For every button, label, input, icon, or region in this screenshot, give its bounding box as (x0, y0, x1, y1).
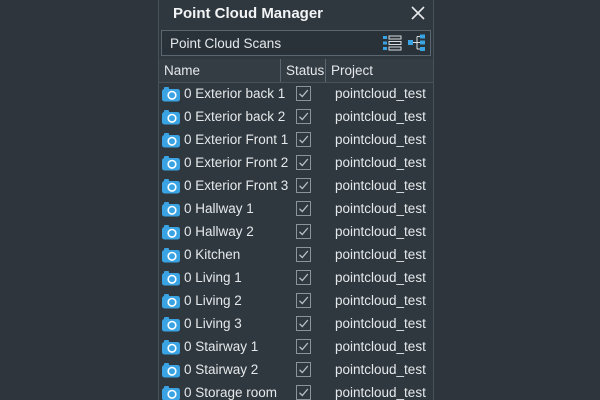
status-checkbox[interactable] (296, 270, 311, 285)
point-cloud-manager-panel: Point Cloud Manager Point Cloud Scans Na… (158, 0, 434, 400)
camera-icon (161, 361, 181, 379)
table-row[interactable]: 0 Exterior Front 1 pointcloud_test (159, 128, 433, 151)
panel-title: Point Cloud Manager (173, 5, 323, 22)
scan-project: pointcloud_test (335, 247, 426, 262)
table-row[interactable]: 0 Exterior back 1 pointcloud_test (159, 82, 433, 105)
camera-icon (161, 223, 181, 241)
table-row[interactable]: 0 Exterior back 2 pointcloud_test (159, 105, 433, 128)
camera-icon (161, 131, 181, 149)
scan-name: 0 Hallway 2 (184, 224, 254, 239)
scan-project: pointcloud_test (335, 270, 426, 285)
cell-name: 0 Hallway 1 (161, 197, 281, 220)
cell-name: 0 Exterior back 1 (161, 82, 285, 105)
table-row[interactable]: 0 Hallway 2 pointcloud_test (159, 220, 433, 243)
status-checkbox[interactable] (296, 362, 311, 377)
table-row[interactable]: 0 Living 3 pointcloud_test (159, 312, 433, 335)
camera-icon (161, 154, 181, 172)
table-row[interactable]: 0 Storage room pointcloud_test (159, 381, 433, 400)
camera-icon (161, 200, 181, 218)
table-row[interactable]: 0 Living 2 pointcloud_test (159, 289, 433, 312)
table-row[interactable]: 0 Living 1 pointcloud_test (159, 266, 433, 289)
camera-icon (161, 384, 181, 400)
scan-name: 0 Exterior Front 2 (184, 155, 289, 170)
status-checkbox[interactable] (296, 385, 311, 400)
scan-name: 0 Stairway 1 (184, 339, 259, 354)
camera-icon (161, 292, 181, 310)
scan-name: 0 Exterior back 1 (184, 86, 286, 101)
camera-icon (161, 269, 181, 287)
scan-project: pointcloud_test (335, 109, 426, 124)
scans-toolbar: Point Cloud Scans (161, 30, 431, 56)
scan-name: 0 Living 3 (184, 316, 242, 331)
cell-name: 0 Exterior Front 3 (161, 174, 288, 197)
cell-name: 0 Hallway 2 (161, 220, 281, 243)
cell-name: 0 Living 2 (161, 289, 281, 312)
scan-project: pointcloud_test (335, 362, 426, 377)
status-checkbox[interactable] (296, 247, 311, 262)
camera-icon (161, 85, 181, 103)
scan-project: pointcloud_test (335, 178, 426, 193)
toolbar-label: Point Cloud Scans (170, 36, 282, 51)
scan-project: pointcloud_test (335, 201, 426, 216)
scan-project: pointcloud_test (335, 86, 426, 101)
scan-project: pointcloud_test (335, 316, 426, 331)
scan-name: 0 Exterior Front 1 (184, 132, 289, 147)
cell-name: 0 Kitchen (161, 243, 281, 266)
scan-project: pointcloud_test (335, 132, 426, 147)
column-header-project[interactable]: Project (326, 59, 433, 82)
cell-name: 0 Living 3 (161, 312, 281, 335)
scan-name: 0 Stairway 2 (184, 362, 259, 377)
status-checkbox[interactable] (296, 293, 311, 308)
status-checkbox[interactable] (296, 155, 311, 170)
cell-name: 0 Stairway 1 (161, 335, 281, 358)
table-row[interactable]: 0 Stairway 1 pointcloud_test (159, 335, 433, 358)
status-checkbox[interactable] (296, 109, 311, 124)
table-row[interactable]: 0 Stairway 2 pointcloud_test (159, 358, 433, 381)
scan-project: pointcloud_test (335, 224, 426, 239)
tree-view-icon[interactable] (407, 34, 427, 52)
camera-icon (161, 246, 181, 264)
column-header-name[interactable]: Name (159, 59, 281, 82)
scan-name: 0 Storage room (184, 385, 278, 400)
table-row[interactable]: 0 Kitchen pointcloud_test (159, 243, 433, 266)
scan-name: 0 Kitchen (184, 247, 241, 262)
table-header: Name Status Project (159, 59, 433, 83)
scan-project: pointcloud_test (335, 385, 426, 400)
scan-name: 0 Living 1 (184, 270, 242, 285)
scan-name: 0 Hallway 1 (184, 201, 254, 216)
list-view-icon[interactable] (382, 34, 402, 52)
status-checkbox[interactable] (296, 316, 311, 331)
status-checkbox[interactable] (296, 224, 311, 239)
cell-name: 0 Exterior back 2 (161, 105, 285, 128)
scan-list: 0 Exterior back 1 pointcloud_test 0 Exteri… (159, 82, 433, 400)
cell-name: 0 Exterior Front 1 (161, 128, 288, 151)
title-bar: Point Cloud Manager (159, 0, 433, 28)
cell-name: 0 Living 1 (161, 266, 281, 289)
camera-icon (161, 177, 181, 195)
camera-icon (161, 108, 181, 126)
scan-name: 0 Exterior back 2 (184, 109, 286, 124)
status-checkbox[interactable] (296, 201, 311, 216)
status-checkbox[interactable] (296, 132, 311, 147)
scan-project: pointcloud_test (335, 155, 426, 170)
table-row[interactable]: 0 Exterior Front 3 pointcloud_test (159, 174, 433, 197)
scan-name: 0 Living 2 (184, 293, 242, 308)
camera-icon (161, 315, 181, 333)
status-checkbox[interactable] (296, 339, 311, 354)
table-row[interactable]: 0 Exterior Front 2 pointcloud_test (159, 151, 433, 174)
cell-name: 0 Exterior Front 2 (161, 151, 288, 174)
scan-project: pointcloud_test (335, 339, 426, 354)
close-icon[interactable] (409, 4, 427, 22)
cell-name: 0 Storage room (161, 381, 281, 400)
status-checkbox[interactable] (296, 178, 311, 193)
camera-icon (161, 338, 181, 356)
column-header-status[interactable]: Status (281, 59, 326, 82)
cell-name: 0 Stairway 2 (161, 358, 281, 381)
scan-project: pointcloud_test (335, 293, 426, 308)
table-row[interactable]: 0 Hallway 1 pointcloud_test (159, 197, 433, 220)
status-checkbox[interactable] (296, 86, 311, 101)
scan-name: 0 Exterior Front 3 (184, 178, 289, 193)
